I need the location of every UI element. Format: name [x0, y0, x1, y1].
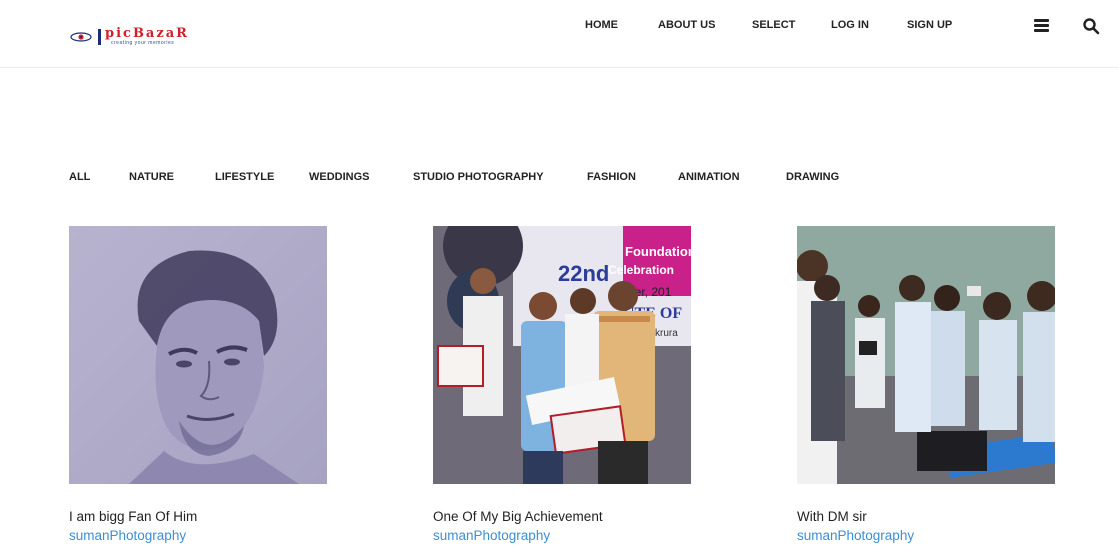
banner-place-text: krura	[655, 328, 678, 339]
gallery-card[interactable]: With DM sir sumanPhotography	[797, 226, 1055, 543]
nav-log-in-link[interactable]: LOG IN	[831, 19, 869, 31]
filter-nature[interactable]: NATURE	[129, 171, 174, 183]
filter-studio-photography[interactable]: STUDIO PHOTOGRAPHY	[413, 171, 544, 183]
filter-fashion[interactable]: FASHION	[587, 171, 636, 183]
gallery-card[interactable]: I am bigg Fan Of Him sumanPhotography	[69, 226, 327, 543]
category-filter-bar: ALL NATURE LIFESTYLE WEDDINGS STUDIO PHO…	[0, 171, 1119, 187]
award-ceremony-image[interactable]: Foundation Day Celebration 22nd mber, 20…	[433, 226, 691, 484]
filter-lifestyle[interactable]: LIFESTYLE	[215, 171, 274, 183]
site-logo[interactable]: picBazaR creating your memories	[70, 26, 230, 49]
nav-sign-up-link[interactable]: SIGN UP	[907, 19, 952, 31]
brand-tagline: creating your memories	[111, 40, 175, 46]
filter-drawing[interactable]: DRAWING	[786, 171, 839, 183]
banner-line1-text: Foundation Day	[625, 244, 691, 259]
filter-weddings[interactable]: WEDDINGS	[309, 171, 370, 183]
hamburger-menu-icon[interactable]	[1034, 19, 1049, 32]
nav-select-link[interactable]: SELECT	[752, 19, 795, 31]
card-title[interactable]: With DM sir	[797, 509, 867, 524]
card-author-link[interactable]: sumanPhotography	[433, 528, 550, 543]
sketch-portrait-image[interactable]	[69, 226, 327, 484]
nav-home-link[interactable]: HOME	[585, 19, 618, 31]
brand-name: picBazaR	[105, 26, 189, 41]
group-photo-image[interactable]	[797, 226, 1055, 484]
banner-number-text: 22nd	[558, 261, 609, 286]
filter-all[interactable]: ALL	[69, 171, 90, 183]
card-author-link[interactable]: sumanPhotography	[69, 528, 186, 543]
card-author-link[interactable]: sumanPhotography	[797, 528, 914, 543]
nav-about-us-link[interactable]: ABOUT US	[658, 19, 715, 31]
search-icon[interactable]	[1082, 17, 1100, 35]
site-header: picBazaR creating your memories HOME ABO…	[0, 0, 1119, 68]
card-title[interactable]: I am bigg Fan Of Him	[69, 509, 197, 524]
gallery-card[interactable]: Foundation Day Celebration 22nd mber, 20…	[433, 226, 691, 543]
filter-animation[interactable]: ANIMATION	[678, 171, 740, 183]
eye-logo-icon	[70, 32, 92, 42]
banner-line2-text: Celebration	[608, 263, 674, 277]
logo-divider	[98, 29, 101, 45]
card-title[interactable]: One Of My Big Achievement	[433, 509, 603, 524]
